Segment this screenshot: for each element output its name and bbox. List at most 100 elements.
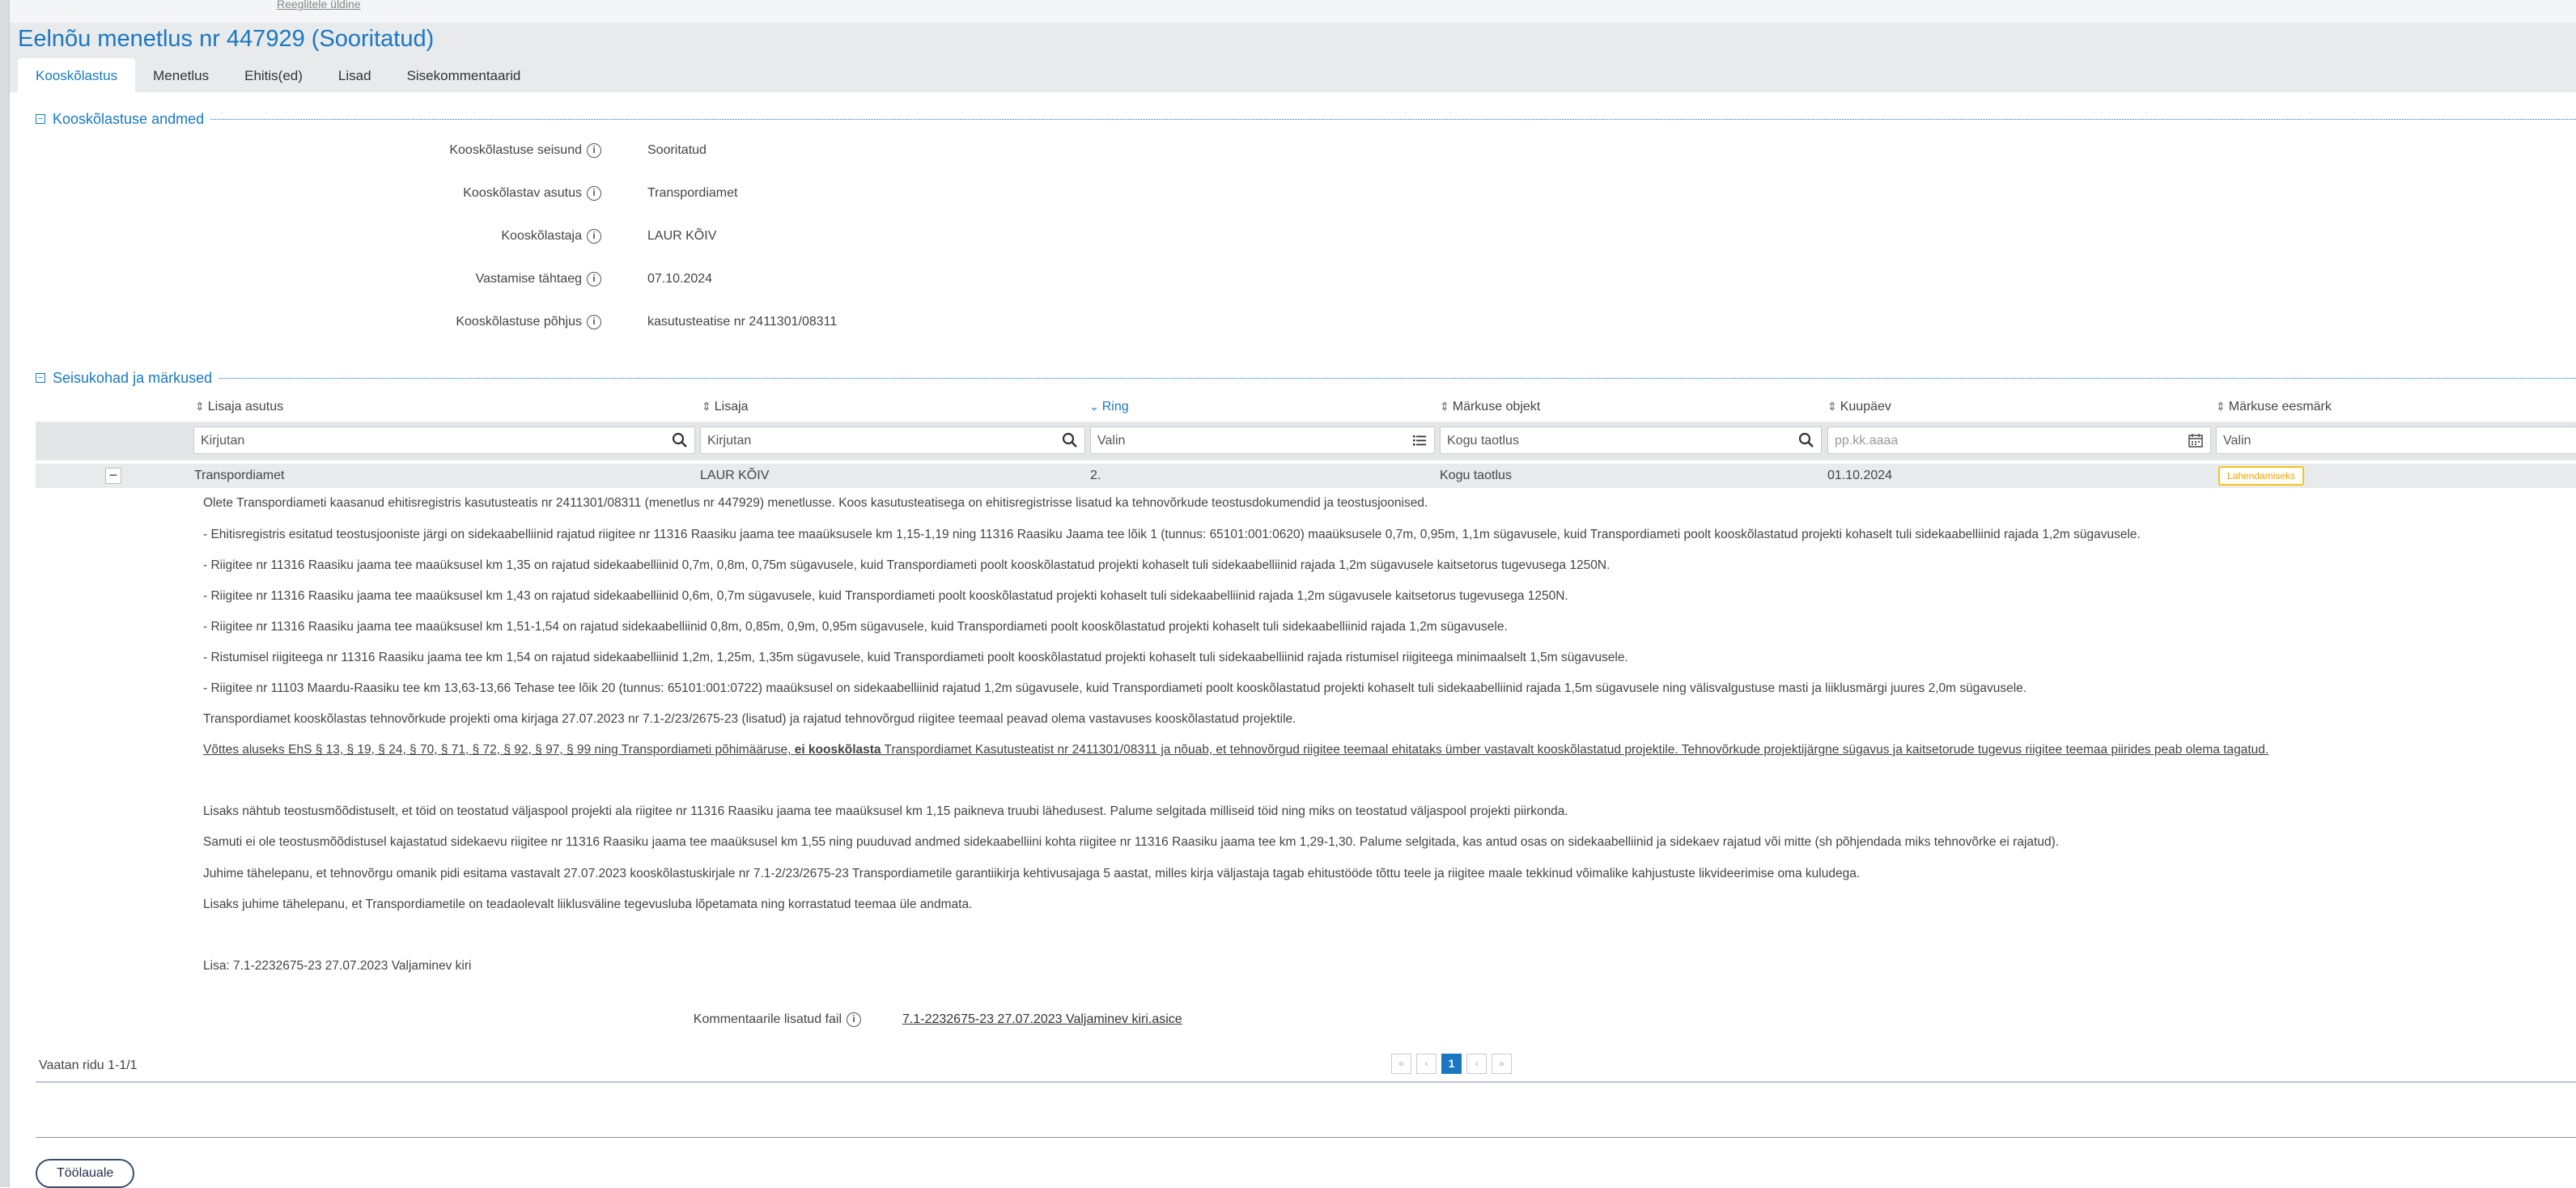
column-header-kuupaev[interactable]: ⇕ Kuupäev	[1827, 396, 1891, 418]
field-label-asutus: Kooskõlastav asutus i	[463, 181, 601, 206]
filter-text: Kogu taotlus	[1447, 434, 1519, 448]
next-page-button[interactable]: ›	[1466, 1054, 1487, 1074]
column-header-markuse-objekt[interactable]: ⇕ Märkuse objekt	[1440, 396, 1540, 418]
page-header: Eelnõu menetlus nr 447929 (Sooritatud) K…	[10, 23, 2576, 92]
section-divider	[210, 118, 2576, 120]
filter-ring-select[interactable]: Valin	[1090, 426, 1435, 454]
comment-paragraph: Transpordiamet kooskõlastas tehnovõrkude…	[203, 712, 1296, 726]
comment-paragraph: Lisaks nähtub teostusmõõdistuselt, et tö…	[203, 804, 1568, 818]
attached-file-label: Kommentaarile lisatud fail i	[36, 1008, 861, 1032]
field-value-pohjus: kasutusteatise nr 2411301/08311	[647, 315, 838, 329]
section-title[interactable]: Seisukohad ja märkused	[53, 370, 212, 387]
section-collapse-toggle[interactable]: −	[36, 373, 45, 383]
info-icon[interactable]: i	[587, 142, 601, 158]
top-ghost-link[interactable]: Reeglitele üldine	[277, 0, 361, 10]
sort-icon: ⇕	[2216, 400, 2226, 413]
filter-lisaja[interactable]: Kirjutan	[700, 426, 1085, 454]
cell-lisaja: LAUR KÕIV	[700, 469, 770, 482]
field-value-asutus: Transpordiamet	[647, 186, 738, 200]
tab-menetlus[interactable]: Menetlus	[135, 58, 227, 92]
attached-file-link[interactable]: 7.1-2232675-23 27.07.2023 Valjaminev kir…	[902, 1008, 1182, 1032]
page-1-button[interactable]: 1	[1441, 1054, 1462, 1074]
form-values: Sooritatud Transpordiamet LAUR KÕIV 07.1…	[647, 138, 1295, 349]
info-icon[interactable]: i	[847, 1012, 861, 1027]
info-icon[interactable]: i	[587, 185, 601, 201]
field-value-seisund: Sooritatud	[647, 143, 707, 157]
tab-lisad[interactable]: Lisad	[320, 58, 389, 92]
filter-markuse-objekt[interactable]: Kogu taotlus	[1440, 426, 1822, 454]
sort-icon: ⇕	[1440, 400, 1449, 413]
comment-paragraph: - Riigitee nr 11316 Raasiku jaama tee ma…	[203, 620, 1508, 634]
page-title: Eelnõu menetlus nr 447929 (Sooritatud)	[18, 26, 435, 52]
calendar-icon[interactable]	[2188, 432, 2204, 448]
comment-paragraph: - Riigitee nr 11103 Maardu-Raasiku tee k…	[203, 681, 2027, 695]
filter-lisaja-asutus[interactable]: Kirjutan	[193, 426, 695, 454]
comment-paragraph: Olete Transpordiameti kaasanud ehitisreg…	[203, 496, 1428, 510]
table-header: ⇕ Lisaja asutus ⇕ Lisaja ⌄ Ring ⇕ Märkuse ob…	[36, 396, 2576, 417]
info-icon[interactable]: i	[587, 314, 601, 329]
sort-icon: ⇕	[195, 400, 205, 413]
back-to-dashboard-button[interactable]: Töölauale	[36, 1159, 135, 1188]
search-icon[interactable]	[1798, 432, 1814, 448]
filter-text: Valin	[1097, 434, 1126, 448]
table-row[interactable]: − Transpordiamet LAUR KÕIV 2. Kogu taotl…	[36, 464, 2576, 488]
filter-bar: Kirjutan Kirjutan Valin Kogu taotlus pp.…	[36, 422, 2576, 460]
info-icon[interactable]: i	[587, 271, 601, 286]
section-collapse-toggle[interactable]: −	[36, 114, 45, 124]
sort-icon: ⇕	[702, 400, 711, 413]
comment-decision-paragraph: Võttes aluseks EhS § 13, § 19, § 24, § 7…	[203, 743, 2269, 757]
comment-paragraph: - Ehitisregistris esitatud teostusjoonis…	[203, 528, 2141, 541]
cell-lisaja-asutus: Transpordiamet	[194, 469, 285, 482]
cell-ring: 2.	[1090, 469, 1101, 482]
sort-desc-icon: ⌄	[1089, 400, 1099, 413]
field-value-kooskolastaja: LAUR KÕIV	[647, 229, 717, 243]
filter-text: Valin	[2223, 434, 2251, 448]
prev-page-button[interactable]: ‹	[1416, 1054, 1437, 1074]
column-header-lisaja[interactable]: ⇕ Lisaja	[702, 396, 749, 418]
attached-file-row: Kommentaarile lisatud fail i 7.1-2232675-…	[36, 1008, 1250, 1032]
comment-paragraph: - Riigitee nr 11316 Raasiku jaama tee ma…	[203, 558, 1611, 572]
tab-kooskolastus[interactable]: Kooskõlastus	[18, 58, 136, 92]
field-value-tahtaeg: 07.10.2024	[647, 272, 713, 286]
section-seisukohad: − Seisukohad ja märkused	[36, 369, 2576, 387]
column-header-lisaja-asutus[interactable]: ⇕ Lisaja asutus	[195, 396, 283, 418]
field-label-tahtaeg: Vastamise tähtaeg i	[476, 267, 601, 291]
column-header-ring[interactable]: ⌄ Ring	[1089, 396, 1129, 418]
section-divider	[219, 377, 2576, 379]
filter-placeholder: pp.kk.aaaa	[1835, 434, 1899, 448]
comment-paragraph: Lisaks juhime tähelepanu, et Transpordia…	[203, 897, 973, 911]
column-header-markuse-eesmark[interactable]: ⇕ Märkuse eesmärk	[2216, 396, 2332, 418]
comment-paragraph: - Riigitee nr 11316 Raasiku jaama tee ma…	[203, 589, 1568, 603]
attachment-note: Lisa: 7.1-2232675-23 27.07.2023 Valjamin…	[203, 959, 472, 973]
search-icon[interactable]	[1062, 432, 1078, 448]
form-labels: Kooskõlastuse seisund i Kooskõlastav asut…	[0, 138, 623, 349]
info-icon[interactable]: i	[587, 228, 601, 244]
comment-paragraph: Samuti ei ole teostusmõõdistusel kajasta…	[203, 835, 2060, 849]
cell-markuse-objekt: Kogu taotlus	[1440, 469, 1512, 482]
filter-text: Kirjutan	[201, 434, 245, 448]
list-icon[interactable]	[1411, 432, 1428, 448]
tab-bar: Kooskõlastus Menetlus Ehitis(ed) Lisad S…	[18, 58, 538, 92]
cell-kuupaev: 01.10.2024	[1827, 469, 1893, 482]
first-page-button[interactable]: «	[1391, 1054, 1411, 1074]
tab-ehitised[interactable]: Ehitis(ed)	[227, 58, 320, 92]
pagination: « ‹ 1 › »	[1391, 1054, 1512, 1074]
tab-sisekommentaarid[interactable]: Sisekommentaarid	[389, 58, 539, 92]
filter-kuupaev[interactable]: pp.kk.aaaa	[1827, 426, 2211, 454]
status-badge: Lahendamiseks	[2218, 466, 2305, 486]
footer-divider	[36, 1137, 2576, 1138]
field-label-kooskolastaja: Kooskõlastaja i	[501, 224, 601, 248]
sort-icon: ⇕	[1827, 400, 1837, 413]
top-strip: Reeglitele üldine	[10, 0, 2576, 23]
comment-paragraph: Juhime tähelepanu, et tehnovõrgu omanik …	[203, 867, 1861, 880]
field-label-seisund: Kooskõlastuse seisund i	[449, 138, 601, 163]
filter-text: Kirjutan	[707, 434, 752, 448]
filter-markuse-eesmark[interactable]: Valin	[2216, 426, 2576, 454]
section-kooskolastuse-andmed: − Kooskõlastuse andmed	[36, 110, 2576, 128]
field-label-pohjus: Kooskõlastuse põhjus i	[456, 310, 601, 334]
row-collapse-button[interactable]: −	[105, 468, 121, 484]
search-icon[interactable]	[672, 432, 688, 448]
section-title[interactable]: Kooskõlastuse andmed	[53, 111, 204, 128]
pagination-bar: Vaatan ridu 1-1/1 « ‹ 1 › »	[36, 1052, 2576, 1083]
last-page-button[interactable]: »	[1492, 1054, 1512, 1074]
